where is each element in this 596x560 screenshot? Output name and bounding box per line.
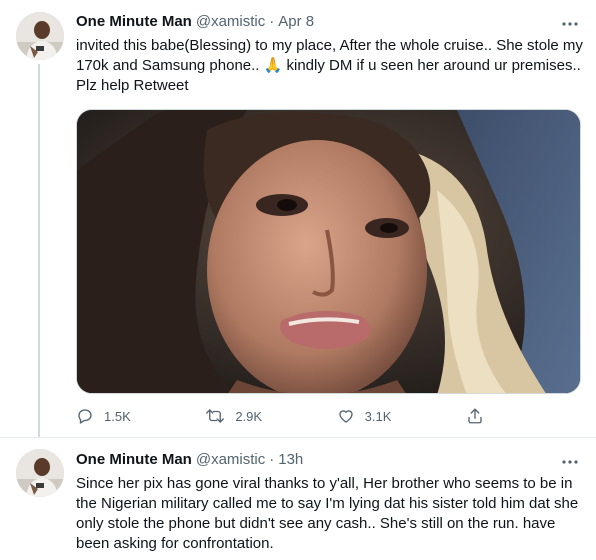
avatar[interactable] xyxy=(16,449,64,497)
heart-icon xyxy=(337,407,355,425)
author-handle[interactable]: @xamistic xyxy=(196,450,265,470)
reply-icon xyxy=(76,407,94,425)
share-icon xyxy=(466,407,484,425)
tweet[interactable]: One Minute Man @xamistic · 13h Since her… xyxy=(0,437,596,560)
tweet-thread: One Minute Man @xamistic · Apr 8 invited… xyxy=(0,0,596,560)
tweet-header: One Minute Man @xamistic · 13h xyxy=(76,450,303,470)
like-button[interactable]: 3.1K xyxy=(337,407,392,425)
more-horizontal-icon xyxy=(562,13,578,31)
more-options-button[interactable] xyxy=(560,450,580,470)
tweet-text: Since her pix has gone viral thanks to y… xyxy=(76,475,579,552)
retweet-count: 2.9K xyxy=(235,408,263,424)
share-button[interactable] xyxy=(466,407,506,425)
reply-count: 1.5K xyxy=(104,408,131,424)
author-name[interactable]: One Minute Man xyxy=(76,12,192,32)
timestamp[interactable]: 13h xyxy=(278,450,303,470)
tweet-photo[interactable] xyxy=(76,109,581,394)
like-count: 3.1K xyxy=(364,408,392,424)
timestamp[interactable]: Apr 8 xyxy=(278,12,314,32)
tweet-actions: 1.5K 2.9K 3.1K xyxy=(76,405,506,427)
separator: · xyxy=(269,13,275,30)
thread-line xyxy=(38,64,40,437)
more-options-button[interactable] xyxy=(560,12,580,32)
author-name[interactable]: One Minute Man xyxy=(76,450,192,470)
author-handle[interactable]: @xamistic xyxy=(196,12,265,32)
retweet-icon xyxy=(205,407,225,425)
tweet-text: invited this babe(Blessing) to my place,… xyxy=(76,37,583,94)
retweet-button[interactable]: 2.9K xyxy=(205,407,262,425)
more-horizontal-icon xyxy=(562,451,578,469)
separator: · xyxy=(269,451,275,468)
reply-button[interactable]: 1.5K xyxy=(76,407,131,425)
avatar[interactable] xyxy=(16,12,64,60)
tweet[interactable]: One Minute Man @xamistic · Apr 8 invited… xyxy=(0,0,596,437)
tweet-header: One Minute Man @xamistic · Apr 8 xyxy=(76,12,314,32)
